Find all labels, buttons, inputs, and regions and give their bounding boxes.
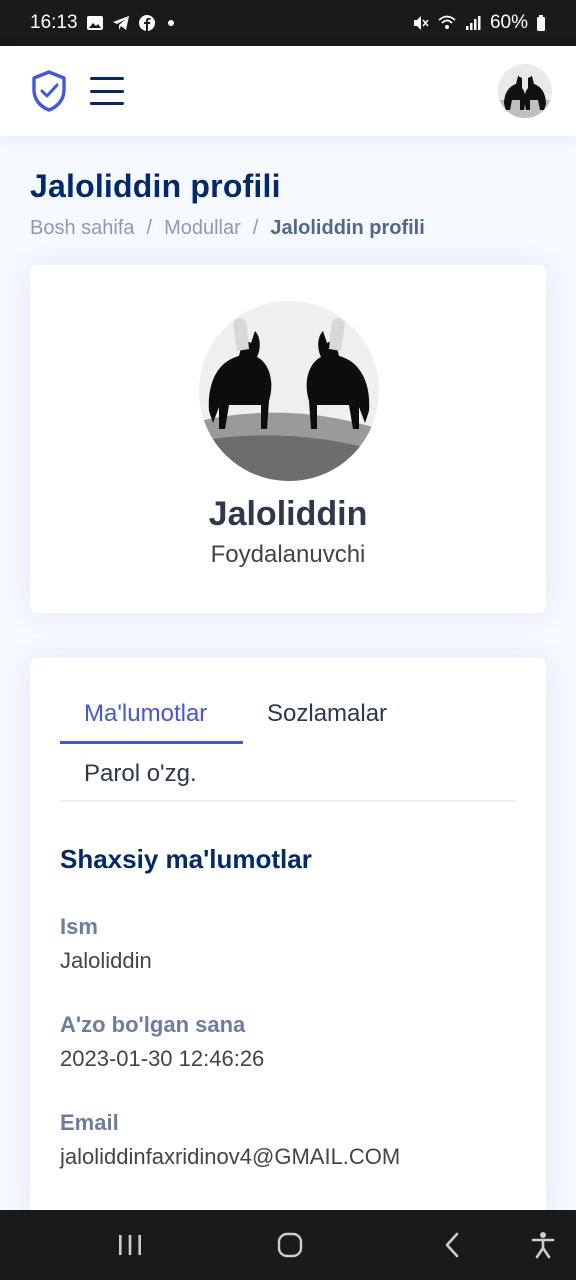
shield-check-icon[interactable]: [30, 69, 68, 113]
profile-card: Jaloliddin Foydalanuvchi: [30, 265, 546, 613]
back-icon[interactable]: [422, 1210, 482, 1280]
user-avatar-small[interactable]: [498, 64, 552, 118]
breadcrumb-current: Jaloliddin profili: [270, 217, 425, 239]
app-header: [0, 46, 576, 136]
facebook-icon: [138, 15, 155, 31]
field-joined-date: A'zo bo'lgan sana 2023-01-30 12:46:26: [60, 1012, 264, 1072]
breadcrumb-modules[interactable]: Modullar: [164, 217, 241, 240]
field-email: Email jaloliddinfaxridinov4@GMAIL.COM: [60, 1110, 400, 1170]
status-bar: 16:13 60%: [0, 0, 576, 46]
gallery-icon: [86, 16, 103, 30]
field-value: jaloliddinfaxridinov4@GMAIL.COM: [60, 1144, 401, 1169]
battery-icon: [537, 15, 545, 31]
signal-icon: [465, 16, 481, 30]
battery-level: 60%: [489, 12, 528, 33]
field-name: Ism Jaloliddin: [60, 914, 152, 974]
page-title-section: Jaloliddin profili Bosh sahifa / Modulla…: [30, 168, 425, 240]
notification-dot: [167, 20, 174, 26]
mute-icon: [413, 16, 429, 30]
tab-sozlamalar[interactable]: Sozlamalar: [267, 700, 387, 728]
breadcrumb-separator: /: [252, 217, 259, 239]
accessibility-icon[interactable]: [516, 1210, 570, 1280]
tab-parol[interactable]: Parol o'zg.: [84, 760, 197, 788]
profile-tabs: Ma'lumotlar Sozlamalar Parol o'zg.: [60, 688, 516, 802]
profile-name: Jaloliddin: [208, 495, 368, 533]
profile-role: Foydalanuvchi: [210, 541, 366, 568]
breadcrumb-home[interactable]: Bosh sahifa: [30, 217, 135, 240]
breadcrumb: Bosh sahifa / Modullar / Jaloliddin prof…: [30, 217, 425, 240]
breadcrumb-separator: /: [146, 217, 153, 239]
field-label: Ism: [60, 914, 98, 939]
profile-avatar: [199, 301, 379, 481]
page-title: Jaloliddin profili: [30, 168, 281, 204]
recent-apps-icon[interactable]: [100, 1210, 160, 1280]
field-label: Email: [60, 1110, 119, 1135]
profile-details-card: Ma'lumotlar Sozlamalar Parol o'zg. Shaxs…: [30, 658, 546, 1218]
system-nav-bar: [0, 1210, 576, 1280]
telegram-icon: [112, 16, 129, 30]
field-value: 2023-01-30 12:46:26: [60, 1046, 265, 1071]
status-time: 16:13: [30, 12, 78, 33]
wifi-icon: [438, 15, 456, 29]
home-icon[interactable]: [260, 1210, 320, 1280]
field-label: A'zo bo'lgan sana: [60, 1012, 246, 1037]
field-value: Jaloliddin: [60, 948, 152, 973]
tab-malumotlar[interactable]: Ma'lumotlar: [60, 688, 243, 744]
section-title: Shaxsiy ma'lumotlar: [60, 844, 312, 874]
hamburger-icon[interactable]: [90, 77, 124, 105]
